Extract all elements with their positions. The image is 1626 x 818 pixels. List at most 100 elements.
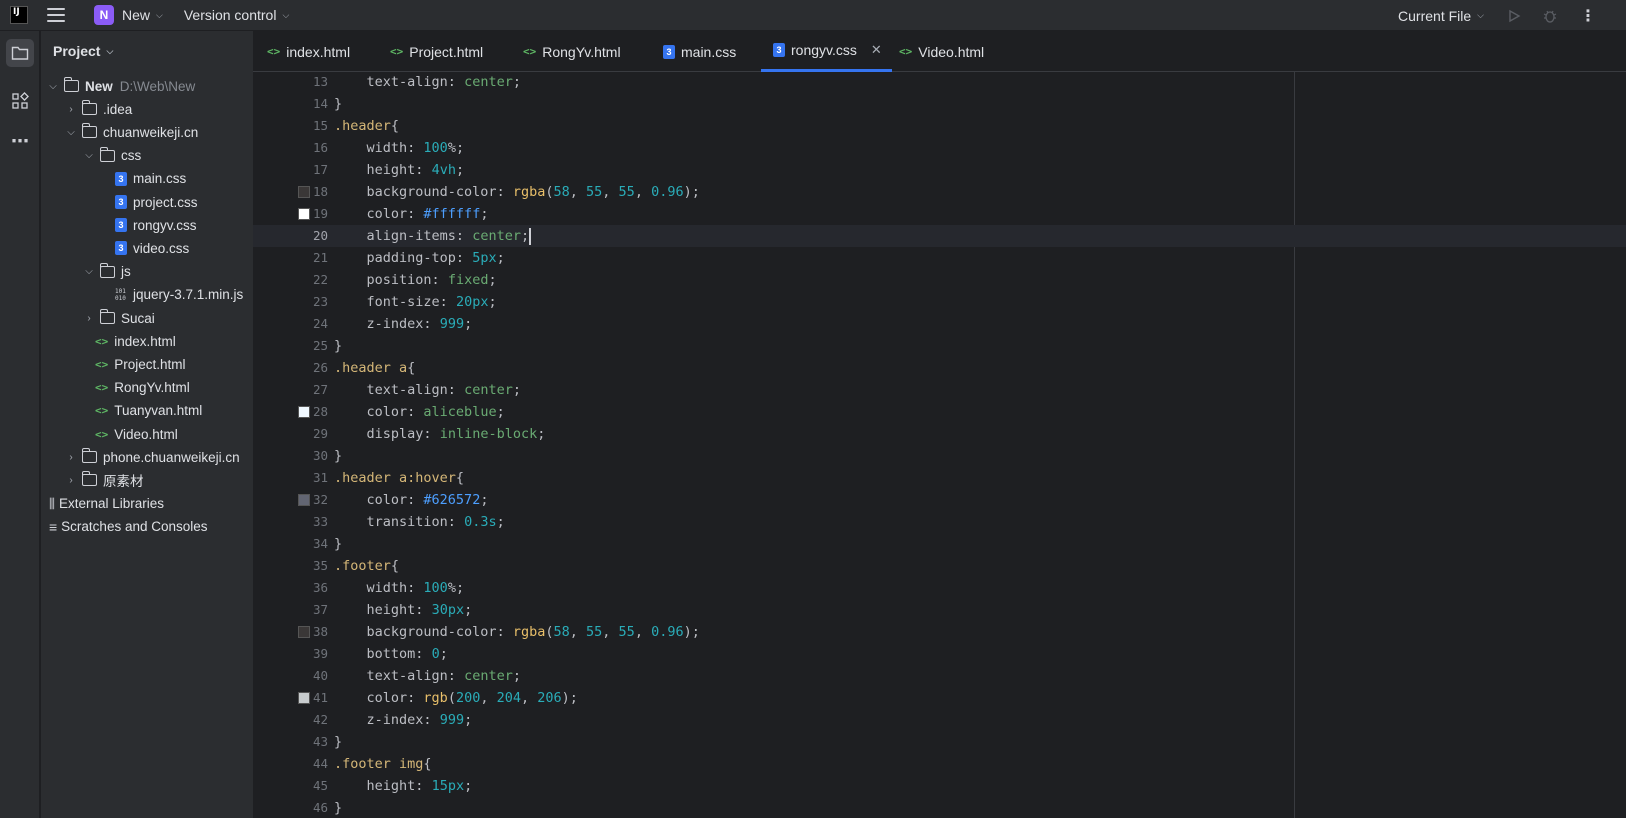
code-line: padding-top: 5px; xyxy=(334,247,505,269)
code-token: : xyxy=(415,646,432,662)
project-folder-icon[interactable] xyxy=(6,39,34,67)
version-control-menu[interactable]: Version control ⌵ xyxy=(184,7,289,23)
code-token: #ffffff xyxy=(423,206,481,222)
tree-module[interactable]: ⌵ New D:\Web\New xyxy=(41,74,253,98)
code-line: } xyxy=(334,335,342,357)
tree-file[interactable]: ⫼ External Libraries xyxy=(41,492,253,516)
close-icon[interactable]: ✕ xyxy=(871,42,882,58)
tab-rongyv-html[interactable]: <> RongYv.html xyxy=(513,31,631,72)
code-editor[interactable]: 13 text-align: center; 14} 15 .header{16 wi… xyxy=(253,72,1626,818)
tree-folder[interactable]: ⌵ js xyxy=(41,260,253,284)
code-token: ; xyxy=(512,668,521,684)
tree-folder[interactable]: › .idea xyxy=(41,97,253,121)
tree-file[interactable]: <> index.html xyxy=(41,329,253,353)
tab-index-html[interactable]: <> index.html xyxy=(257,31,360,72)
debug-icon[interactable] xyxy=(1542,8,1558,24)
color-swatch-icon[interactable] xyxy=(298,626,310,638)
color-swatch-icon[interactable] xyxy=(298,186,310,198)
tree-file[interactable]: ≡ Scratches and Consoles xyxy=(41,515,253,539)
code-line: text-align: center; xyxy=(334,665,521,687)
tree-file[interactable]: 101 010 jquery-3.7.1.min.js xyxy=(41,283,253,307)
line-number: 14 xyxy=(312,96,328,111)
code-token: 999 xyxy=(439,316,465,332)
chevron-right-icon[interactable]: › xyxy=(65,475,77,486)
gutter: 37 xyxy=(253,599,328,621)
code-token: } xyxy=(334,448,343,464)
color-swatch-icon[interactable] xyxy=(298,692,310,704)
tab-video-html[interactable]: <> Video.html xyxy=(889,31,994,72)
line-number: 13 xyxy=(312,74,328,89)
code-token: text-align xyxy=(366,74,448,90)
chevron-down-icon[interactable]: ⌵ xyxy=(83,150,95,161)
chevron-right-icon[interactable]: › xyxy=(83,313,95,324)
code-token: : xyxy=(447,668,465,684)
code-line: width: 100%; xyxy=(334,577,465,599)
code-token: background-color xyxy=(366,184,497,200)
chevron-down-icon[interactable]: ⌵ xyxy=(65,127,77,138)
tree-file[interactable]: <> Tuanyvan.html xyxy=(41,399,253,423)
code-token: : xyxy=(415,162,432,178)
run-configuration-select[interactable]: Current File ⌵ xyxy=(1398,8,1484,24)
run-icon[interactable] xyxy=(1506,8,1522,24)
code-line: color: rgb(200, 204, 206); xyxy=(334,687,578,709)
chevron-down-icon[interactable]: ⌵ xyxy=(47,81,59,92)
code-token: color xyxy=(366,690,408,706)
tree-folder[interactable]: ⌵ css xyxy=(41,144,253,168)
code-token: text-align xyxy=(366,668,448,684)
html-file-icon: <> xyxy=(390,45,404,58)
tab-label: RongYv.html xyxy=(542,43,621,60)
project-panel-header[interactable]: Project ⌵ xyxy=(41,31,253,71)
code-token: #626572 xyxy=(423,492,481,508)
code-token: : xyxy=(447,382,465,398)
code-token: 0.96 xyxy=(651,184,684,200)
tree-file[interactable]: 3 project.css xyxy=(41,190,253,214)
code-token: 999 xyxy=(439,712,465,728)
tree-file[interactable]: <> Project.html xyxy=(41,352,253,376)
code-token: text-align xyxy=(366,382,448,398)
code-token: : xyxy=(423,712,440,728)
code-token: %; xyxy=(447,580,465,596)
chevron-right-icon[interactable]: › xyxy=(65,452,77,463)
chevron-down-icon[interactable]: ⌵ xyxy=(83,266,95,277)
code-token: padding-top xyxy=(366,250,456,266)
tree-file[interactable]: <> Video.html xyxy=(41,422,253,446)
tree-file[interactable]: 3 video.css xyxy=(41,236,253,260)
code-token: .footer xyxy=(334,558,391,574)
tree-file[interactable]: 3 main.css xyxy=(41,167,253,191)
main-menu-icon[interactable] xyxy=(47,8,65,22)
structure-icon[interactable] xyxy=(6,87,34,115)
tree-folder[interactable]: ⌵ chuanweikeji.cn xyxy=(41,120,253,144)
color-swatch-icon[interactable] xyxy=(298,208,310,220)
code-line: } xyxy=(334,93,342,115)
chevron-down-icon: ⌵ xyxy=(106,45,114,56)
more-tool-windows-icon[interactable]: ⋯ xyxy=(6,127,34,155)
folder-icon xyxy=(100,309,115,324)
css-file-icon: 3 xyxy=(115,171,127,186)
gutter: 31 xyxy=(253,467,328,489)
color-swatch-icon[interactable] xyxy=(298,406,310,418)
tree-item-label: rongyv.css xyxy=(133,217,197,233)
more-actions-icon[interactable]: ⋮ xyxy=(1580,8,1596,25)
tree-folder[interactable]: › Sucai xyxy=(41,306,253,330)
tree-item-label: chuanweikeji.cn xyxy=(103,124,199,140)
tree-folder[interactable]: › 原素材 xyxy=(41,468,253,492)
folder-icon xyxy=(82,123,97,139)
code-token: background-color xyxy=(366,624,497,640)
code-token: ; xyxy=(464,712,473,728)
color-swatch-icon[interactable] xyxy=(298,494,310,506)
project-switcher[interactable]: New ⌵ xyxy=(122,7,163,23)
css-file-icon: 3 xyxy=(115,195,127,209)
right-margin-guide xyxy=(1294,72,1295,818)
tab-rongyv-css[interactable]: 3 rongyv.css ✕ xyxy=(761,31,892,72)
chevron-right-icon[interactable]: › xyxy=(65,104,77,115)
tree-folder[interactable]: › phone.chuanweikeji.cn xyxy=(41,445,253,469)
tab-project-html[interactable]: <> Project.html xyxy=(380,31,493,72)
tree-file[interactable]: 3 rongyv.css xyxy=(41,213,253,237)
tree-file[interactable]: <> RongYv.html xyxy=(41,376,253,400)
project-badge[interactable]: N xyxy=(94,5,114,25)
tab-main-css[interactable]: 3 main.css xyxy=(651,31,746,72)
